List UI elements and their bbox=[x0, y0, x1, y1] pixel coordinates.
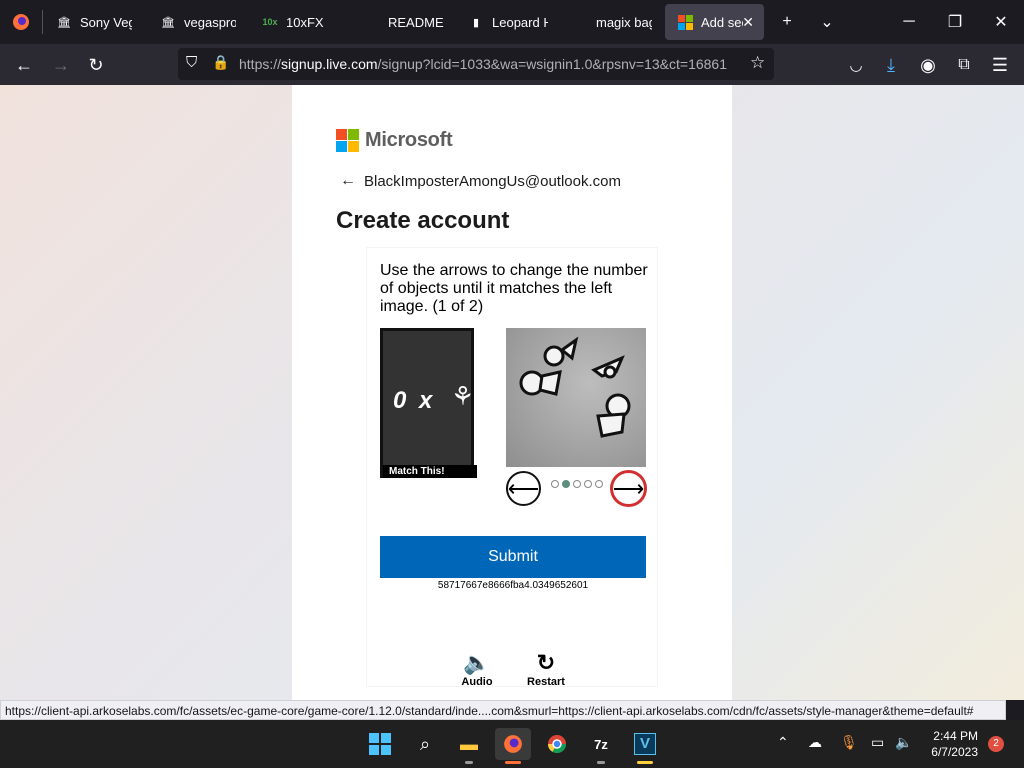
next-arrow-button[interactable]: ⟶ bbox=[611, 471, 646, 506]
progress-dots bbox=[551, 480, 603, 488]
signup-card: Microsoft ← BlackImposterAmongUs@outlook… bbox=[292, 85, 732, 700]
url-text[interactable]: https://signup.live.com/signup?lcid=1033… bbox=[239, 56, 737, 72]
account-icon[interactable]: ◉ bbox=[913, 50, 943, 80]
notification-badge[interactable]: 2 bbox=[988, 736, 1004, 752]
objects-illustration bbox=[519, 336, 631, 438]
reload-button[interactable]: ↻ bbox=[81, 50, 111, 80]
session-id: 58717667e8666fba4.0349652601 bbox=[437, 580, 589, 591]
tab-magix-bagix[interactable]: magix bagix.m bbox=[560, 4, 664, 40]
museum-icon: 🏛 bbox=[57, 16, 71, 29]
tab-bar: 🏛Sony Vegas 🏛vegasprova 10x10xFX README.… bbox=[0, 0, 1024, 44]
volume-icon[interactable]: 🔈 bbox=[895, 734, 912, 751]
progress-dot bbox=[595, 480, 603, 488]
bookmark-icon: ▮ bbox=[472, 16, 480, 29]
identity-banner[interactable]: ← BlackImposterAmongUs@outlook.com bbox=[340, 172, 621, 190]
progress-dot bbox=[573, 480, 581, 488]
flower-icon: ⚘ bbox=[451, 381, 475, 411]
captcha-instruction: Use the arrows to change the number of o… bbox=[380, 262, 648, 315]
tab-vegasprova[interactable]: 🏛vegasprova bbox=[148, 4, 248, 40]
shield-icon[interactable]: ⛉ bbox=[186, 54, 197, 71]
tab-10xfx[interactable]: 10x 10xFX bbox=[250, 4, 350, 40]
app-menu-icon[interactable]: ☰ bbox=[985, 50, 1015, 80]
vegas-icon[interactable]: V bbox=[627, 728, 663, 764]
progress-dot bbox=[551, 480, 559, 488]
tab-sony-vegas[interactable]: 🏛Sony Vegas bbox=[44, 4, 144, 40]
speaker-icon: 🔈 bbox=[463, 650, 491, 675]
progress-dot-selected bbox=[562, 480, 570, 488]
restart-icon: ↻ bbox=[536, 650, 556, 675]
start-button[interactable] bbox=[362, 728, 398, 760]
back-button[interactable]: ← bbox=[9, 50, 39, 80]
onedrive-icon[interactable]: ☁ bbox=[808, 734, 822, 751]
museum-icon: 🏛 bbox=[161, 16, 175, 29]
close-tab-icon[interactable]: ✕ bbox=[742, 14, 754, 31]
7zip-icon[interactable]: 7z bbox=[583, 728, 619, 764]
network-icon[interactable]: ▭ bbox=[871, 734, 884, 751]
tab-leopard[interactable]: ▮ Leopard H bbox=[456, 4, 560, 40]
search-icon[interactable]: ⌕ bbox=[407, 728, 443, 760]
bookmark-star-icon[interactable]: ☆ bbox=[750, 53, 765, 73]
target-count: 0 x bbox=[393, 387, 436, 414]
page-title: Create account bbox=[336, 207, 510, 234]
show-hidden-icons-icon[interactable]: ⌃ bbox=[777, 734, 789, 751]
pocket-icon[interactable]: ◡ bbox=[841, 50, 871, 80]
lock-icon[interactable]: 🔒 bbox=[212, 54, 229, 71]
navigation-toolbar: ← → ↻ ⛉ 🔒 https://signup.live.com/signup… bbox=[0, 44, 1024, 85]
submit-button[interactable]: Submit bbox=[380, 536, 646, 578]
restart-button[interactable]: ↻ Restart bbox=[516, 650, 576, 688]
microsoft-icon bbox=[336, 129, 359, 152]
answer-image bbox=[506, 328, 646, 467]
microphone-icon[interactable]: 🎙 bbox=[840, 734, 858, 751]
minimize-button[interactable]: ─ bbox=[886, 0, 932, 44]
clock[interactable]: 2:44 PM 6/7/2023 bbox=[926, 728, 978, 760]
target-image: 0 x ⚘ Match This! bbox=[380, 328, 477, 478]
windows-icon bbox=[369, 733, 391, 755]
back-arrow-icon[interactable]: ← bbox=[340, 172, 356, 190]
previous-arrow-button[interactable]: ⟵ bbox=[506, 471, 541, 506]
microsoft-logo: Microsoft bbox=[336, 129, 453, 152]
audio-button[interactable]: 🔈 Audio bbox=[447, 650, 507, 688]
tab-add-security[interactable]: Add sec ✕ bbox=[665, 4, 764, 40]
status-link-preview: https://client-api.arkoselabs.com/fc/ass… bbox=[0, 700, 1006, 720]
page-icon bbox=[572, 14, 588, 30]
url-bar[interactable]: ⛉ 🔒 https://signup.live.com/signup?lcid=… bbox=[178, 48, 774, 80]
close-window-button[interactable]: ✕ bbox=[978, 0, 1024, 44]
firefox-taskbar-icon[interactable] bbox=[495, 728, 531, 764]
progress-dot bbox=[584, 480, 592, 488]
extensions-icon[interactable]: ⧉ bbox=[949, 50, 979, 80]
forward-button[interactable]: → bbox=[46, 50, 76, 80]
chrome-icon[interactable] bbox=[539, 728, 575, 760]
brand-name: Microsoft bbox=[365, 129, 453, 151]
identity-email: BlackImposterAmongUs@outlook.com bbox=[364, 172, 621, 190]
list-all-tabs-button[interactable]: ⌄ bbox=[804, 0, 850, 44]
firefox-menu-icon[interactable] bbox=[0, 4, 42, 40]
captcha-challenge: Use the arrows to change the number of o… bbox=[366, 247, 658, 688]
fx-icon: 10x bbox=[262, 17, 278, 27]
downloads-icon[interactable]: ⤓ bbox=[876, 50, 906, 80]
tab-readme-pdf[interactable]: README.pdf bbox=[352, 4, 456, 40]
microsoft-icon bbox=[677, 14, 693, 30]
match-this-label: Match This! bbox=[383, 465, 477, 478]
pdf-icon bbox=[364, 14, 380, 30]
taskbar: ⌕ ▬ 7z V ⌃ ☁ 🎙 ▭ 🔈 2:44 PM 6/7/2023 2 bbox=[0, 720, 1024, 768]
restore-button[interactable]: ❐ bbox=[932, 0, 978, 44]
file-explorer-icon[interactable]: ▬ bbox=[451, 728, 487, 764]
page-content: Microsoft ← BlackImposterAmongUs@outlook… bbox=[0, 85, 1024, 700]
